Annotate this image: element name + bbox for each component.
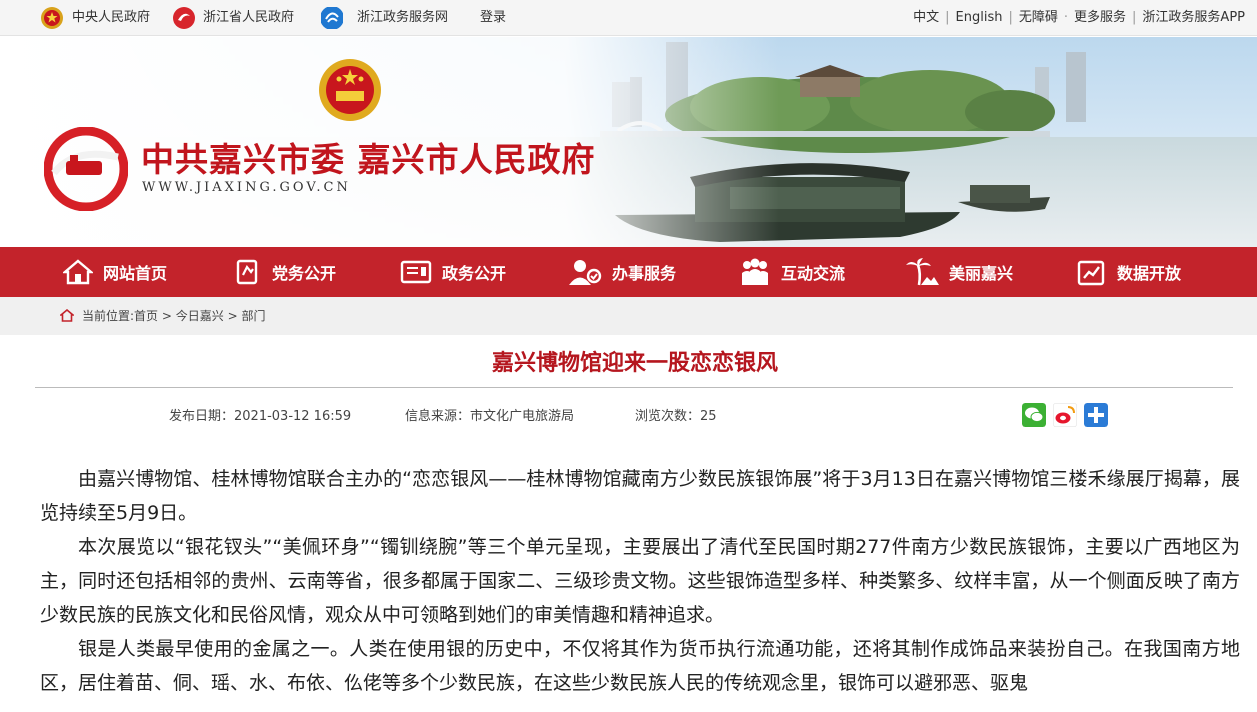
- nav-item-label: 政务公开: [442, 264, 507, 283]
- home-icon: [58, 308, 76, 322]
- site-banner: 中共嘉兴市委 嘉兴市人民政府 WWW.JIAXING.GOV.CN: [0, 37, 1257, 247]
- nav-item-government[interactable]: 政务公开: [400, 247, 506, 297]
- topbar-link-zhejiang-service[interactable]: 浙江政务服务网: [357, 0, 448, 36]
- publish-date: 发布日期：2021-03-12 16:59: [169, 409, 352, 424]
- party-logo-icon: [44, 127, 128, 211]
- nav-item-open-data[interactable]: 数据开放: [1077, 247, 1181, 297]
- divider: |: [1132, 10, 1137, 25]
- nav-item-services[interactable]: 办事服务: [568, 247, 676, 297]
- top-bar: 中央人民政府 浙江省人民政府 浙江政务服务网 登录 中文 | English | 无障碍…: [0, 0, 1257, 36]
- lang-zh-link[interactable]: 中文: [913, 0, 939, 36]
- more-services-link[interactable]: 更多服务: [1074, 0, 1126, 36]
- zhejiang-gov-icon: [173, 7, 195, 29]
- breadcrumb-item-today[interactable]: 今日嘉兴: [176, 309, 224, 323]
- nav-item-label: 党务公开: [272, 264, 337, 283]
- topbar-right-links: 中文 | English | 无障碍 · 更多服务 | 浙江政务服务APP: [913, 0, 1245, 36]
- topbar-link-zhejiang-gov[interactable]: 浙江省人民政府: [203, 0, 294, 36]
- main-nav: 网站首页 党务公开 政务公开 办事服务 互动交流 美丽嘉兴 数据开放: [0, 247, 1257, 297]
- weibo-icon[interactable]: [1053, 403, 1077, 427]
- nav-item-beautiful-jiaxing[interactable]: 美丽嘉兴: [905, 247, 1013, 297]
- nav-item-label: 数据开放: [1117, 264, 1182, 283]
- app-link[interactable]: 浙江政务服务APP: [1142, 0, 1245, 36]
- zhejiang-service-icon: [321, 7, 343, 29]
- divider: [35, 387, 1233, 388]
- topbar-link-central-gov[interactable]: 中央人民政府: [72, 0, 150, 36]
- breadcrumb-separator: >: [158, 309, 176, 323]
- article-paragraph: 由嘉兴博物馆、桂林博物馆联合主办的“恋恋银风——桂林博物馆藏南方少数民族银饰展”…: [40, 468, 1240, 524]
- nav-item-party[interactable]: 党务公开: [234, 247, 336, 297]
- divider: |: [1008, 10, 1013, 25]
- nav-item-label: 互动交流: [781, 264, 846, 283]
- national-emblem-icon: [319, 59, 381, 121]
- nav-item-home[interactable]: 网站首页: [63, 247, 167, 297]
- people-icon: [742, 258, 768, 285]
- lang-en-link[interactable]: English: [956, 0, 1003, 36]
- plus-share-icon[interactable]: [1084, 403, 1108, 427]
- divider: |: [945, 10, 950, 25]
- breadcrumb-prefix: 当前位置:: [82, 309, 135, 323]
- info-source: 信息来源：市文化广电旅游局: [405, 409, 575, 424]
- home-icon: [63, 259, 93, 285]
- divider: ·: [1063, 10, 1069, 25]
- breadcrumb-item-home[interactable]: 首页: [134, 309, 158, 323]
- login-link[interactable]: 登录: [480, 0, 506, 36]
- data-icon: [1077, 260, 1105, 286]
- breadcrumb-separator: >: [223, 309, 242, 323]
- breadcrumb-item-department[interactable]: 部门: [241, 309, 265, 323]
- view-count: 浏览次数：25: [635, 409, 717, 424]
- wechat-icon[interactable]: [1022, 403, 1046, 427]
- nav-item-label: 美丽嘉兴: [949, 264, 1014, 283]
- national-emblem-icon: [41, 7, 63, 29]
- accessibility-link[interactable]: 无障碍: [1019, 0, 1058, 36]
- service-user-icon: [569, 260, 602, 285]
- palm-icon: [906, 258, 939, 286]
- nav-item-label: 网站首页: [103, 264, 168, 283]
- breadcrumb: 当前位置:首页 > 今日嘉兴 > 部门: [0, 297, 1257, 335]
- article-title: 嘉兴博物馆迎来一股恋恋银风: [491, 351, 778, 376]
- article-paragraph: 银是人类最早使用的金属之一。人类在使用银的历史中，不仅将其作为货币执行流通功能，…: [40, 638, 1240, 694]
- site-url: WWW.JIAXING.GOV.CN: [142, 180, 351, 195]
- party-icon: [236, 259, 258, 285]
- nav-item-label: 办事服务: [612, 264, 677, 283]
- article-body: 由嘉兴博物馆、桂林博物馆联合主办的“恋恋银风——桂林博物馆藏南方少数民族银饰展”…: [40, 462, 1240, 700]
- site-title: 中共嘉兴市委 嘉兴市人民政府: [141, 140, 596, 179]
- article-paragraph: 本次展览以“银花钗头”“美佩环身”“镯钏绕腕”等三个单元呈现，主要展出了清代至民…: [40, 536, 1240, 626]
- document-icon: [400, 260, 432, 284]
- nav-item-interaction[interactable]: 互动交流: [739, 247, 845, 297]
